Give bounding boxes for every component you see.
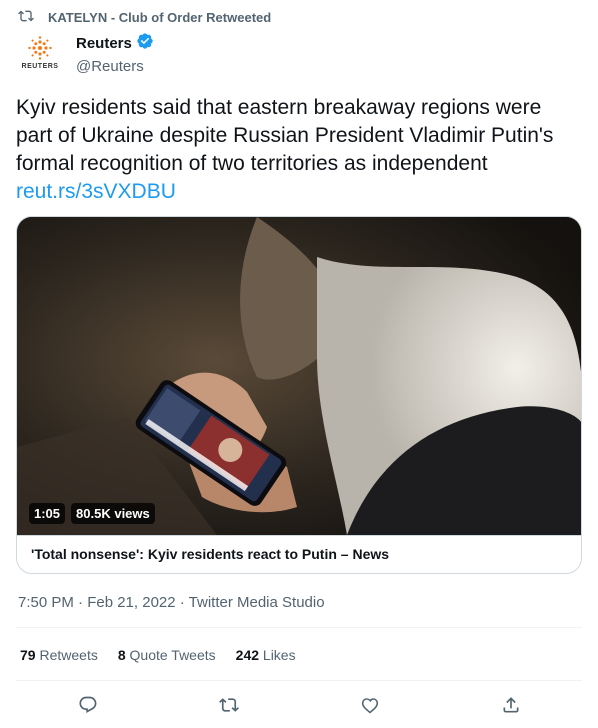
tweet-actions (0, 694, 598, 718)
likes-count: 242 (235, 647, 260, 663)
retweets-label: Retweets (39, 647, 98, 663)
retweet-context-label: KATELYN - Club of Order Retweeted (48, 9, 272, 25)
video-card[interactable]: 1:05 80.5K views 'Total nonsense': Kyiv … (16, 216, 582, 574)
retweet-action-icon[interactable] (218, 694, 240, 716)
retweet-context[interactable]: KATELYN - Club of Order Retweeted (18, 8, 271, 26)
avatar-logo-text: REUTERS (21, 62, 59, 70)
tweet-stats: 79 Retweets 8 Quote Tweets 242 Likes (20, 647, 296, 663)
reply-icon[interactable] (77, 694, 99, 716)
verified-icon (136, 32, 154, 54)
avatar[interactable]: REUTERS (18, 30, 62, 74)
likes-stat[interactable]: 242 Likes (236, 647, 296, 663)
tweet-text: Kyiv residents said that eastern breakaw… (16, 94, 582, 206)
author-handle[interactable]: @Reuters (76, 58, 154, 75)
retweet-icon (18, 8, 34, 27)
quotes-count: 8 (117, 647, 126, 663)
author-display-name[interactable]: Reuters (76, 35, 132, 52)
divider (16, 627, 582, 628)
quotes-label: Quote Tweets (129, 647, 216, 663)
video-thumbnail (17, 217, 581, 535)
video-views-badge: 80.5K views (71, 503, 155, 524)
retweets-stat[interactable]: 79 Retweets (20, 647, 98, 663)
tweet-body: Kyiv residents said that eastern breakaw… (16, 96, 554, 175)
video-duration-badge: 1:05 (29, 503, 66, 524)
video-title[interactable]: 'Total nonsense': Kyiv residents react t… (17, 535, 581, 573)
tweet-timestamp[interactable]: 7:50 PM · Feb 21, 2022 · Twitter Media S… (18, 594, 325, 611)
divider (16, 680, 582, 681)
reuters-logo-icon (28, 35, 52, 60)
quotes-stat[interactable]: 8 Quote Tweets (118, 647, 216, 663)
tweet-link[interactable]: reut.rs/3sVXDBU (16, 180, 176, 203)
video-player[interactable]: 1:05 80.5K views (17, 217, 581, 535)
likes-label: Likes (262, 647, 296, 663)
like-icon[interactable] (359, 694, 381, 716)
author-block: REUTERS Reuters @Reuters (18, 30, 154, 75)
retweets-count: 79 (20, 647, 36, 663)
share-icon[interactable] (500, 694, 522, 716)
